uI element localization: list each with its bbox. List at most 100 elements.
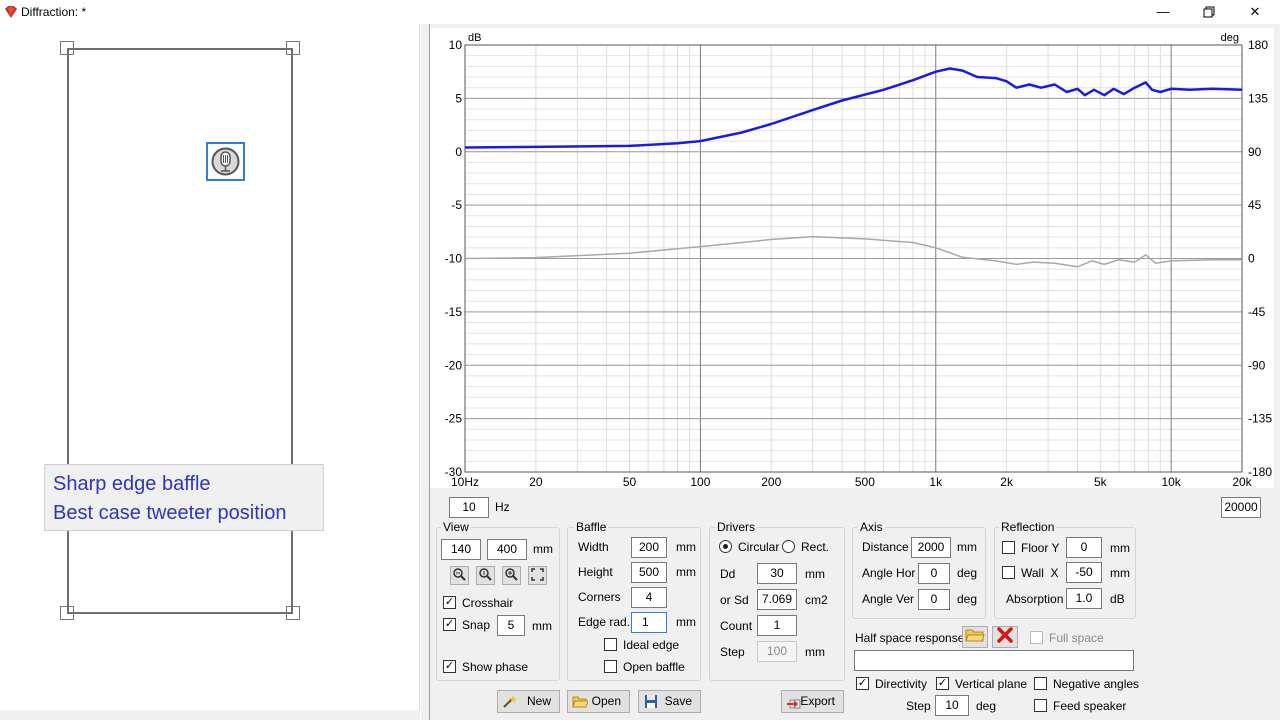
fullscreen-icon[interactable] — [528, 566, 547, 585]
y-tick-label: -20 — [445, 358, 463, 372]
pane-splitter[interactable] — [421, 24, 429, 720]
floor-checkbox[interactable] — [1002, 541, 1015, 554]
circular-radio[interactable] — [719, 540, 732, 553]
resize-handle-top-left[interactable] — [60, 41, 74, 55]
directivity-step-input[interactable]: 10 — [935, 695, 969, 716]
x-tick-label: 2k — [1000, 475, 1014, 488]
distance-input[interactable]: 2000 — [911, 537, 951, 558]
corners-input[interactable]: 4 — [631, 587, 667, 608]
x-tick-label: 10k — [1161, 475, 1181, 488]
close-icon[interactable]: ✕ — [1232, 0, 1278, 24]
new-button[interactable]: New — [497, 690, 560, 713]
baffle-width-input[interactable]: 200 — [631, 537, 667, 558]
angle-hor-unit: deg — [957, 566, 978, 580]
export-button[interactable]: Export — [781, 690, 844, 713]
view-width-input[interactable]: 140 — [441, 539, 481, 560]
directivity-step-label: Step — [906, 699, 931, 713]
corners-label: Corners — [578, 590, 621, 604]
drivers-group-label: Drivers — [715, 520, 757, 534]
wall-checkbox[interactable] — [1002, 566, 1015, 579]
frequency-response-chart: 10Hz 20 50 100 200 500 1k 2k 5k 10k 20k1050-5-10-1… — [430, 28, 1274, 488]
save-button-label: Save — [664, 694, 692, 708]
restore-icon[interactable] — [1186, 0, 1232, 24]
resize-handle-top-right[interactable] — [286, 41, 300, 55]
y2-tick-label: 180 — [1248, 38, 1268, 52]
ideal-edge-checkbox[interactable] — [604, 638, 617, 651]
full-space-label: Full space — [1049, 631, 1104, 645]
tweeter-driver-icon[interactable] — [206, 142, 245, 181]
feed-speaker-label: Feed speaker — [1053, 699, 1127, 713]
baffle-height-label: Height — [578, 565, 613, 579]
baffle-height-input[interactable]: 500 — [631, 562, 667, 583]
crosshair-label: Crosshair — [462, 596, 514, 610]
view-height-input[interactable]: 400 — [487, 539, 527, 560]
horizontal-scrollbar[interactable] — [0, 710, 420, 720]
dd-input[interactable]: 30 — [757, 563, 797, 584]
angle-hor-input[interactable]: 0 — [918, 563, 950, 584]
view-unit: mm — [533, 542, 553, 556]
directivity-step-unit: deg — [976, 699, 997, 713]
open-folder-icon[interactable] — [962, 626, 988, 648]
clear-x-icon[interactable] — [992, 626, 1018, 648]
resize-handle-bottom-left[interactable] — [60, 606, 74, 620]
sd-label: or Sd — [720, 593, 749, 607]
vertical-plane-checkbox[interactable]: ✓ — [936, 677, 949, 690]
y2-tick-label: -135 — [1248, 412, 1272, 426]
sd-input[interactable]: 7.069 — [757, 589, 797, 610]
magic-wand-icon — [503, 695, 517, 708]
x-tick-label: 5k — [1094, 475, 1108, 488]
half-space-label: Half space response — [855, 631, 965, 645]
rect-label: Rect. — [801, 540, 830, 554]
distance-label: Distance — [862, 540, 909, 554]
rect-radio[interactable] — [782, 540, 795, 553]
save-button[interactable]: Save — [638, 690, 701, 713]
resize-handle-bottom-right[interactable] — [286, 606, 300, 620]
dd-unit: mm — [805, 567, 825, 581]
y-tick-label: -30 — [445, 465, 463, 479]
angle-ver-input[interactable]: 0 — [918, 589, 950, 610]
y-tick-label: -5 — [451, 198, 462, 212]
zoom-fit-icon[interactable] — [450, 566, 469, 585]
annotation-note: Sharp edge baffle Best case tweeter posi… — [44, 464, 324, 531]
x-tick-label: 50 — [623, 475, 637, 488]
show-phase-checkbox[interactable]: ✓ — [443, 660, 456, 673]
absorption-input[interactable]: 1.0 — [1066, 588, 1102, 609]
zoom-in-icon[interactable] — [502, 566, 521, 585]
zoom-out-icon[interactable] — [476, 566, 495, 585]
half-space-path-input[interactable] — [854, 650, 1134, 671]
folder-open-icon — [572, 696, 588, 708]
sd-unit: cm2 — [805, 593, 828, 607]
snap-input[interactable]: 5 — [497, 615, 525, 636]
y-tick-label: 5 — [455, 91, 462, 105]
new-button-label: New — [526, 694, 551, 708]
negative-angles-checkbox[interactable] — [1034, 677, 1047, 690]
floor-input[interactable]: 0 — [1066, 537, 1102, 558]
y2-tick-label: -90 — [1248, 358, 1266, 372]
snap-checkbox[interactable]: ✓ — [443, 618, 456, 631]
baffle-group-label: Baffle — [574, 520, 609, 534]
count-input[interactable]: 1 — [757, 615, 797, 636]
wall-input[interactable]: -50 — [1066, 562, 1102, 583]
y-tick-label: -15 — [445, 305, 463, 319]
edge-radius-label: Edge rad. — [578, 615, 631, 629]
min-frequency-unit: Hz — [495, 500, 510, 514]
crosshair-checkbox[interactable]: ✓ — [443, 596, 456, 609]
circular-label: Circular — [738, 540, 780, 554]
open-button[interactable]: Open — [567, 690, 630, 713]
minimize-icon[interactable]: — — [1140, 0, 1186, 24]
driver-step-input[interactable]: 100 — [757, 641, 797, 662]
edge-radius-input[interactable]: 1 — [631, 612, 667, 633]
y2-tick-label: -45 — [1248, 305, 1266, 319]
max-frequency-input[interactable]: 20000 — [1221, 497, 1261, 518]
full-space-checkbox[interactable] — [1030, 631, 1043, 644]
floor-label: Floor Y — [1021, 541, 1060, 555]
open-baffle-checkbox[interactable] — [604, 660, 617, 673]
annotation-line-2: Best case tweeter position — [53, 502, 287, 524]
min-frequency-input[interactable]: 10 — [449, 497, 489, 518]
baffle-width-label: Width — [578, 540, 609, 554]
directivity-checkbox[interactable]: ✓ — [856, 677, 869, 690]
feed-speaker-checkbox[interactable] — [1034, 699, 1047, 712]
dd-label: Dd — [720, 567, 736, 581]
open-button-label: Open — [591, 694, 621, 708]
absorption-label: Absorption — [1006, 592, 1064, 606]
